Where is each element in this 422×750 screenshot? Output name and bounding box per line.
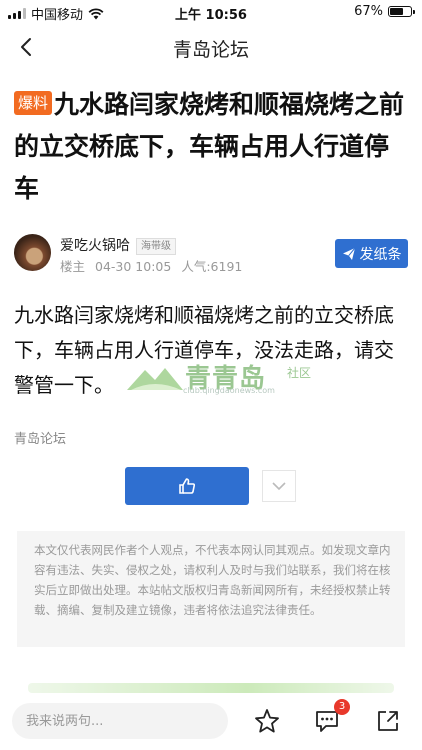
- post-title: 爆料 九水路闫家烧烤和顺福烧烤之前的立交桥底下，车辆占用人行道停车: [14, 84, 410, 210]
- view-count: 人气:6191: [181, 259, 243, 274]
- comment-count-badge: 3: [334, 699, 350, 715]
- bottom-bar: 3: [0, 694, 422, 750]
- mountain-logo-icon: [127, 368, 183, 390]
- send-note-label: 发纸条: [359, 246, 402, 263]
- share-icon[interactable]: [374, 707, 402, 735]
- comment-input[interactable]: [12, 703, 228, 739]
- author-row: 爱吃火锅哈 海带级: [60, 235, 176, 255]
- nav-title: 青岛论坛: [172, 39, 249, 61]
- post-title-text: 九水路闫家烧烤和顺福烧烤之前的立交桥底下，车辆占用人行道停车: [14, 90, 405, 203]
- battery-fill: [390, 8, 403, 15]
- send-note-button[interactable]: 发纸条: [335, 239, 408, 268]
- post-source: 青岛论坛: [14, 432, 67, 447]
- post-meta: 楼主 04-30 10:05 人气:6191: [60, 256, 252, 275]
- author-level-badge: 海带级: [136, 238, 176, 255]
- watermark-sub: 社区: [287, 366, 312, 380]
- dislike-button[interactable]: [262, 470, 296, 502]
- watermark-url: club.qingdaonews.com: [183, 386, 275, 395]
- paper-plane-icon: [342, 247, 355, 260]
- status-right: 67%: [354, 4, 415, 19]
- avatar[interactable]: [14, 234, 51, 271]
- like-button[interactable]: [125, 467, 249, 505]
- nav-bar: 青岛论坛: [0, 24, 422, 70]
- status-bar: 中国移动 上午 10:56 67%: [0, 0, 422, 24]
- battery-icon: [388, 6, 415, 17]
- post-tag: 爆料: [14, 91, 53, 115]
- floor-label: 楼主: [60, 259, 86, 274]
- chevron-down-icon: [272, 482, 286, 491]
- disclaimer: 本文仅代表网民作者个人观点，不代表本网认同其观点。如发现文章内容有违法、失实、侵…: [17, 531, 405, 647]
- post-date: 04-30 10:05: [95, 259, 172, 274]
- author-name[interactable]: 爱吃火锅哈: [60, 238, 130, 254]
- watermark-logo: 青青岛 社区 club.qingdaonews.com: [127, 358, 327, 398]
- thumbs-up-icon: [179, 478, 196, 494]
- battery-percent: 67%: [354, 4, 383, 19]
- ad-banner[interactable]: [28, 683, 394, 693]
- star-icon[interactable]: [253, 707, 281, 735]
